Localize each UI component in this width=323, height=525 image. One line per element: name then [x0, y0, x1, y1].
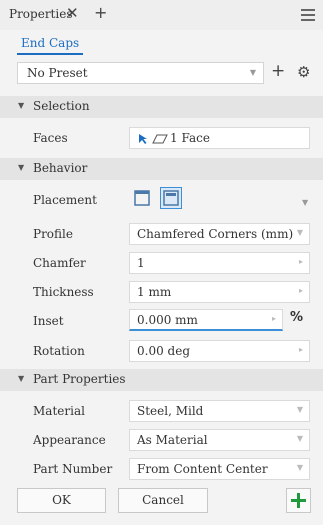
part-number-label: Part Number: [33, 462, 113, 476]
collapse-triangle-icon: ▼: [18, 374, 25, 383]
inset-field[interactable]: 0.000 mm ▸: [129, 309, 283, 331]
chevron-right-icon: ▸: [298, 345, 303, 354]
thickness-value: 1 mm: [137, 285, 172, 299]
chamfer-label: Chamfer: [33, 256, 86, 270]
percent-toggle[interactable]: %: [290, 310, 303, 325]
thickness-field[interactable]: 1 mm ▸: [129, 281, 310, 303]
section-behavior[interactable]: ▼ Behavior: [0, 158, 323, 180]
appearance-label: Appearance: [33, 433, 106, 447]
faces-value: 1 Face: [170, 131, 210, 145]
properties-panel: Properties ✕ + End Caps No Preset ▼ + ⚙ …: [0, 0, 323, 525]
placement-outside-icon: [134, 190, 150, 206]
select-arrow-icon: [139, 134, 168, 144]
chevron-down-icon: ▼: [296, 228, 303, 237]
close-icon[interactable]: ✕: [66, 4, 79, 22]
section-selection-label: Selection: [33, 99, 90, 113]
tab-end-caps[interactable]: End Caps: [17, 36, 84, 55]
menu-icon[interactable]: [301, 9, 315, 24]
panel-title: Properties: [9, 7, 73, 21]
section-part-properties-label: Part Properties: [33, 372, 126, 386]
section-behavior-label: Behavior: [33, 161, 88, 175]
preset-dropdown[interactable]: No Preset ▼: [17, 62, 264, 84]
cancel-button[interactable]: Cancel: [118, 488, 208, 513]
collapse-triangle-icon: ▼: [18, 163, 25, 172]
faces-label: Faces: [33, 131, 68, 145]
rotation-label: Rotation: [33, 344, 85, 358]
chevron-right-icon: ▸: [271, 314, 276, 323]
placement-outside-button[interactable]: [133, 189, 151, 207]
section-selection[interactable]: ▼ Selection: [0, 96, 323, 118]
part-number-value: From Content Center: [137, 462, 268, 476]
chevron-down-icon: ▼: [296, 434, 303, 443]
placement-inside-icon: [163, 190, 179, 206]
material-label: Material: [33, 404, 85, 418]
inset-value: 0.000 mm: [137, 313, 198, 327]
chevron-down-icon[interactable]: ▼: [302, 198, 308, 207]
material-value: Steel, Mild: [137, 404, 204, 418]
faces-selector[interactable]: 1 Face: [129, 127, 310, 149]
placement-label: Placement: [33, 193, 97, 207]
appearance-dropdown[interactable]: As Material ▼: [129, 429, 310, 451]
material-dropdown[interactable]: Steel, Mild ▼: [129, 400, 310, 422]
panel-titlebar: Properties ✕ +: [0, 0, 323, 30]
chevron-down-icon: ▼: [249, 68, 256, 77]
collapse-triangle-icon: ▼: [18, 101, 25, 110]
section-part-properties[interactable]: ▼ Part Properties: [0, 369, 323, 391]
gear-icon[interactable]: ⚙: [297, 63, 310, 81]
rotation-value: 0.00 deg: [137, 344, 190, 358]
add-preset-icon[interactable]: +: [271, 61, 285, 81]
chevron-right-icon: ▸: [298, 257, 303, 266]
profile-label: Profile: [33, 227, 73, 241]
plus-icon: [291, 493, 306, 508]
chevron-down-icon: ▼: [296, 405, 303, 414]
placement-inside-button[interactable]: [160, 187, 182, 209]
profile-dropdown[interactable]: Chamfered Corners (mm) ▼: [129, 223, 310, 245]
rotation-field[interactable]: 0.00 deg ▸: [129, 340, 310, 362]
add-tab-icon[interactable]: +: [94, 3, 107, 22]
part-number-dropdown[interactable]: From Content Center ▼: [129, 458, 310, 480]
chevron-down-icon: ▼: [296, 463, 303, 472]
appearance-value: As Material: [137, 433, 208, 447]
add-button[interactable]: [286, 488, 311, 513]
profile-value: Chamfered Corners (mm): [137, 227, 294, 241]
inset-label: Inset: [33, 314, 64, 328]
thickness-label: Thickness: [33, 285, 94, 299]
chamfer-value: 1: [137, 256, 145, 270]
preset-value: No Preset: [27, 66, 88, 80]
ok-button[interactable]: OK: [17, 488, 106, 513]
chevron-right-icon: ▸: [298, 286, 303, 295]
chamfer-field[interactable]: 1 ▸: [129, 252, 310, 274]
